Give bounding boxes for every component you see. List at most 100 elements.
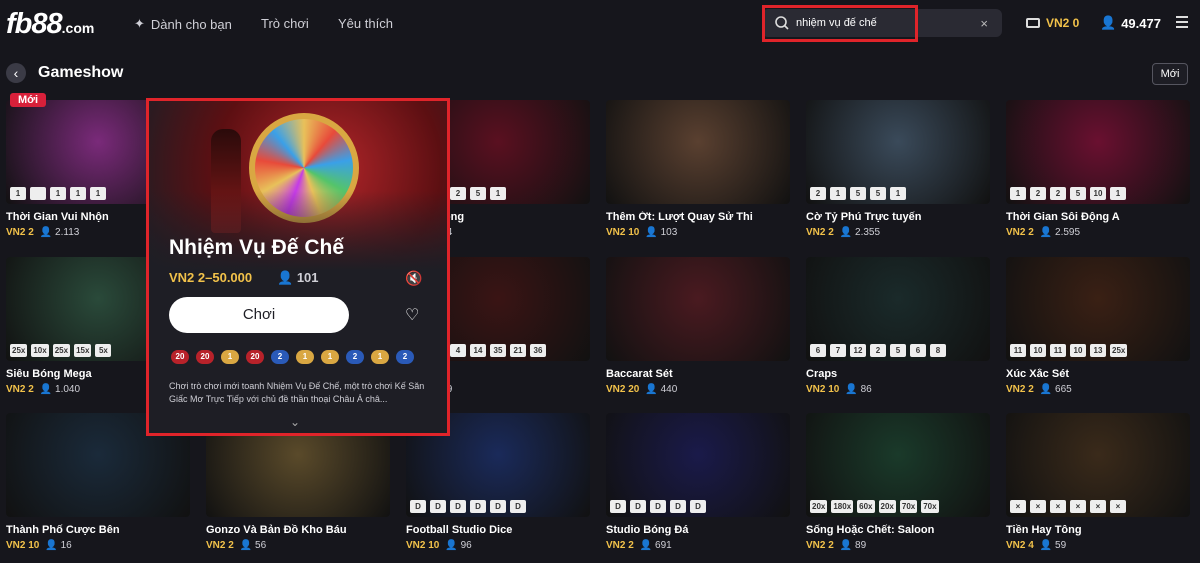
result-chip: 1	[10, 187, 26, 200]
game-thumbnail[interactable]: × × × × × ×	[1006, 413, 1190, 517]
game-players: 59	[1055, 540, 1067, 551]
result-chip: 25x	[10, 344, 28, 357]
game-bet: VN2 2	[1006, 384, 1034, 395]
user-icon: 👤	[845, 384, 858, 395]
favorite-heart-icon[interactable]: ♡	[405, 305, 419, 325]
game-bet: VN2 2	[1006, 227, 1034, 238]
game-thumbnail[interactable]: 11 10 11 10 13 25x	[1006, 257, 1190, 361]
result-chip: 1	[830, 187, 846, 200]
play-button[interactable]: Chơi	[169, 297, 349, 333]
result-chip: 1	[90, 187, 106, 200]
game-card[interactable]: × × × × × × Tiền Hay Tông VN2 4 👤 59	[1006, 413, 1190, 551]
game-meta: VN2 2 👤 56	[206, 540, 390, 551]
game-meta: VN2 2 👤 691	[606, 540, 790, 551]
result-chip: 70x	[921, 500, 939, 513]
game-thumbnail[interactable]	[606, 257, 790, 361]
mute-icon[interactable]: 🔇	[405, 270, 422, 287]
result-chip: 11	[1010, 344, 1026, 357]
site-logo[interactable]: fb88.com	[6, 8, 94, 41]
game-meta: VN2 10 👤 103	[606, 227, 790, 238]
result-chip: 1	[221, 350, 239, 364]
result-chip: 10	[1070, 344, 1086, 357]
result-chip: 5x	[95, 344, 112, 357]
result-chip: ×	[1030, 500, 1046, 513]
result-chip: 11	[1050, 344, 1066, 357]
game-thumbnail[interactable]: 6 7 12 2 5 6 8	[806, 257, 990, 361]
wallet-balance[interactable]: VN2 0	[1026, 16, 1079, 30]
game-thumbnail[interactable]: DDDDD	[606, 413, 790, 517]
game-meta: VN2 2 👤 2.355	[806, 227, 990, 238]
result-chip: ×	[1110, 500, 1126, 513]
game-card[interactable]: D D D D D Studio Bóng Đá VN2 2 👤 691	[606, 413, 790, 551]
game-meta: VN2 2 👤 2.595	[1006, 227, 1190, 238]
result-chips: DDDDD	[610, 500, 706, 513]
result-chip: 4	[450, 344, 466, 357]
back-button[interactable]: ‹	[6, 63, 26, 83]
popup-players: 👤 101	[277, 270, 319, 285]
nav-favorites[interactable]: Yêu thích	[338, 16, 393, 31]
result-chip: 1	[50, 187, 66, 200]
game-thumbnail[interactable]	[606, 100, 790, 204]
result-chip: 5	[890, 344, 906, 357]
online-users: 👤 49.477	[1100, 15, 1161, 31]
nav-for-you[interactable]: ✦ Dành cho bạn	[134, 16, 232, 32]
game-meta: VN2 2 👤 89	[806, 540, 990, 551]
game-name: Xúc Xắc Sét	[1006, 368, 1069, 380]
clear-search-icon[interactable]: ×	[980, 16, 988, 31]
user-icon: 👤	[1039, 540, 1053, 551]
result-chips: × × × × × ×	[1010, 500, 1126, 513]
result-chip: 2	[346, 350, 364, 364]
result-chip: 21	[510, 344, 526, 357]
result-chip: 2	[450, 187, 466, 200]
game-card[interactable]: 1 2 2 5 10 1 Thời Gian Sôi Động A VN2 2 👤 2.595	[1006, 100, 1190, 238]
game-card[interactable]: Thêm Ớt: Lượt Quay Sử Thi VN2 10 👤 103	[606, 100, 790, 238]
game-name: Cờ Tỷ Phú Trực tuyến	[806, 211, 922, 223]
game-thumbnail[interactable]: 21551	[806, 100, 990, 204]
result-chip: D	[670, 500, 686, 513]
top-bar: fb88.com ✦ Dành cho bạn Trò chơi Yêu thí…	[0, 0, 1200, 48]
game-card[interactable]: 2 1 5 5 1 Cờ Tỷ Phú Trực tuyến VN2 2 👤 2.355	[806, 100, 990, 238]
user-icon: 👤	[1100, 15, 1117, 30]
game-name: Gonzo Và Bản Đồ Kho Báu	[206, 524, 347, 536]
user-icon: 👤	[1039, 227, 1053, 238]
game-bet: VN2 2	[806, 227, 834, 238]
game-preview-popup: Nhiệm Vụ Đế Chế VN2 2–50.000 👤 101 🔇 Chơ…	[146, 98, 450, 436]
game-card[interactable]: Baccarat Sét VN2 20 👤 440	[606, 257, 790, 395]
result-chip: 14	[470, 344, 486, 357]
game-bet: VN2 2	[606, 540, 634, 551]
result-chips: DDDDDD	[410, 500, 526, 513]
result-chips: 20x 180x 60x 20x 70x 70x	[810, 500, 939, 513]
result-chip: 1	[321, 350, 339, 364]
result-chip: 1	[296, 350, 314, 364]
game-players: 86	[860, 384, 872, 395]
result-chip: ×	[1050, 500, 1066, 513]
game-meta: VN2 20 👤 440	[606, 384, 790, 395]
game-card[interactable]: 20x 180x 60x 20x 70x 70x Sống Hoặc Chết: Saloo…	[806, 413, 990, 551]
expand-chevron-icon[interactable]: ⌄	[290, 415, 300, 429]
result-chip: D	[450, 500, 466, 513]
result-chips: 1111	[10, 187, 106, 200]
result-chip: 1	[371, 350, 389, 364]
game-name: Studio Bóng Đá	[606, 524, 689, 536]
result-chip: 6	[810, 344, 826, 357]
sort-new-button[interactable]: Mới	[1152, 63, 1188, 85]
game-players: 2.355	[855, 227, 881, 238]
game-card[interactable]: 11 10 11 10 13 25x Xúc Xắc Sét VN2 2 👤 665	[1006, 257, 1190, 395]
result-chip: 20x	[878, 500, 896, 513]
result-chip: 2	[1030, 187, 1046, 200]
game-meta: VN2 2 👤 665	[1006, 384, 1190, 395]
nav-games[interactable]: Trò chơi	[261, 16, 309, 31]
menu-icon[interactable]	[1176, 16, 1188, 31]
game-thumbnail[interactable]: 20x 180x 60x 20x 70x 70x	[806, 413, 990, 517]
result-chip: 1	[890, 187, 906, 200]
game-meta: VN2 10 👤 16	[6, 540, 190, 551]
result-chip: 1	[1110, 187, 1126, 200]
game-bet: VN2 2	[6, 227, 34, 238]
game-card[interactable]: 6 7 12 2 5 6 8 Craps VN2 10 👤 86	[806, 257, 990, 395]
game-thumbnail[interactable]: 1 2 2 5 10 1	[1006, 100, 1190, 204]
result-chip: D	[690, 500, 706, 513]
search-highlight	[762, 5, 918, 42]
result-chip: 2	[396, 350, 414, 364]
game-players: 2.595	[1055, 227, 1081, 238]
wallet-icon	[1026, 18, 1040, 28]
